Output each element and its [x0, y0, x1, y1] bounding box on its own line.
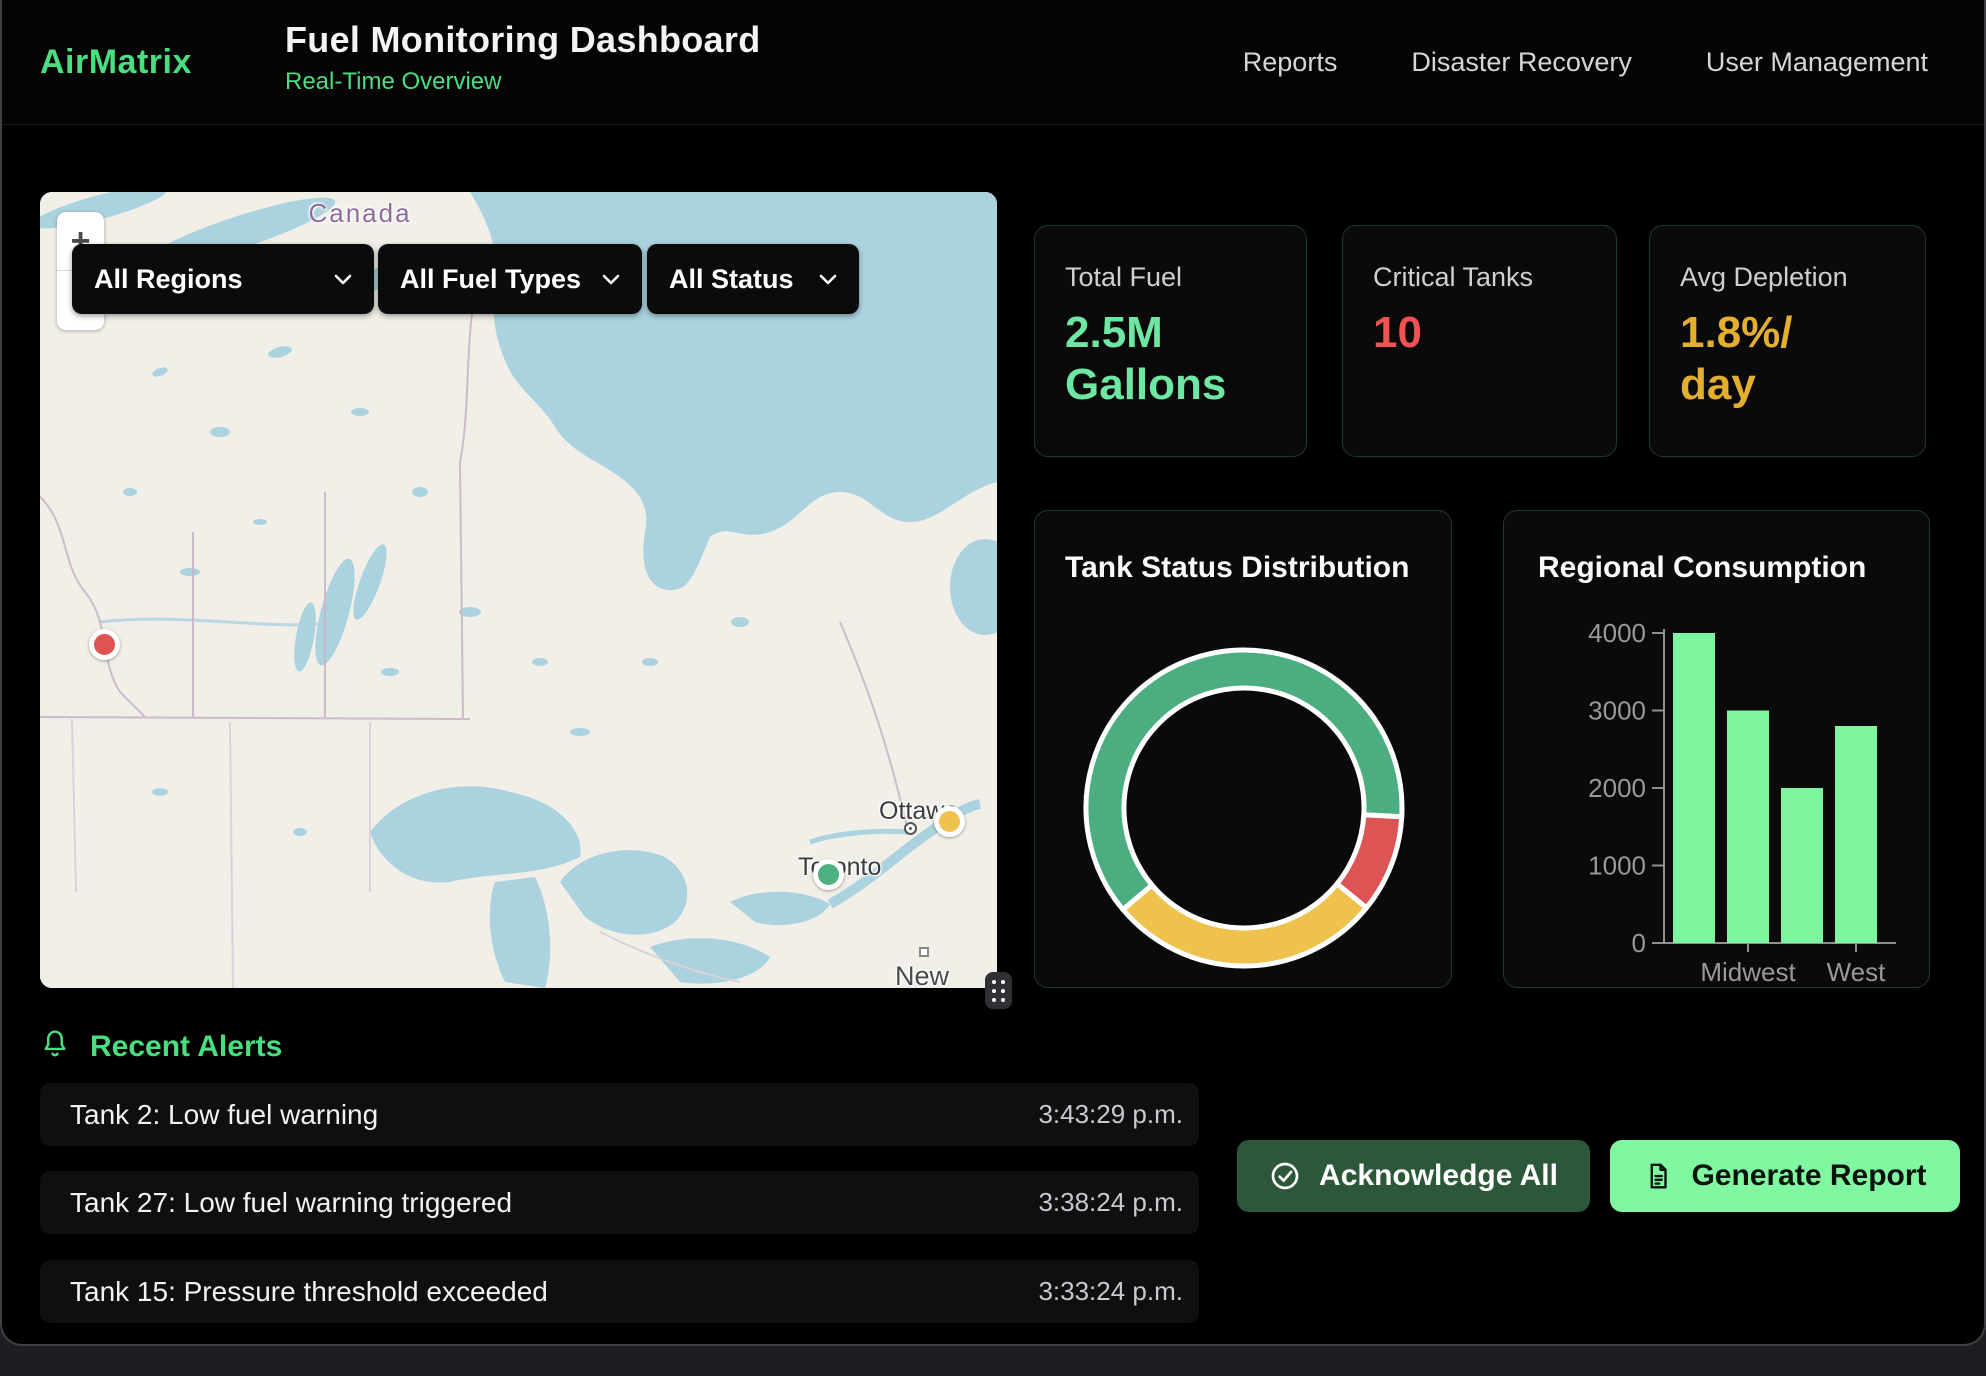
- nav-disaster-recovery[interactable]: Disaster Recovery: [1411, 47, 1632, 78]
- fuel-type-filter-dropdown[interactable]: All Fuel Types: [378, 244, 642, 314]
- brand-logo: AirMatrix: [40, 0, 192, 125]
- alerts-header: Recent Alerts: [40, 1028, 282, 1065]
- regional-consumption-card: Regional Consumption 01000200030004000Mi…: [1503, 510, 1930, 988]
- ottawa-city-dot-icon: [904, 822, 917, 835]
- acknowledge-all-label: Acknowledge All: [1319, 1159, 1558, 1193]
- new-york-city-square-icon: [919, 947, 929, 957]
- alert-list-item[interactable]: Tank 15: Pressure threshold exceeded 3:3…: [40, 1260, 1199, 1323]
- acknowledge-all-button[interactable]: Acknowledge All: [1237, 1140, 1590, 1212]
- generate-report-button[interactable]: Generate Report: [1610, 1140, 1960, 1212]
- nav-reports[interactable]: Reports: [1243, 47, 1338, 78]
- alert-timestamp: 3:33:24 p.m.: [1038, 1276, 1183, 1307]
- alert-message: Tank 27: Low fuel warning triggered: [70, 1187, 512, 1219]
- fuel-tank-map[interactable]: Canada Ottawa Toronto New York + − All R…: [40, 192, 997, 988]
- page-title: Fuel Monitoring Dashboard: [285, 19, 760, 61]
- region-filter-dropdown[interactable]: All Regions: [72, 244, 374, 314]
- fuel-type-filter-value: All Fuel Types: [400, 264, 581, 295]
- alert-list-item[interactable]: Tank 2: Low fuel warning 3:43:29 p.m.: [40, 1083, 1199, 1146]
- region-filter-value: All Regions: [94, 264, 243, 295]
- generate-report-label: Generate Report: [1691, 1159, 1926, 1193]
- title-block: Fuel Monitoring Dashboard Real-Time Over…: [285, 19, 760, 96]
- y-tick-label: 1000: [1588, 851, 1646, 881]
- x-tick-label: West: [1827, 957, 1887, 987]
- chevron-down-icon: [819, 273, 837, 285]
- stat-label: Critical Tanks: [1373, 262, 1588, 293]
- donut-segment-warning: [1123, 884, 1366, 966]
- bar-1: [1727, 711, 1769, 944]
- stat-card-total-fuel: Total Fuel 2.5MGallons: [1034, 225, 1307, 457]
- alert-timestamp: 3:43:29 p.m.: [1038, 1099, 1183, 1130]
- chevron-down-icon: [334, 273, 352, 285]
- status-filter-dropdown[interactable]: All Status: [647, 244, 859, 314]
- dashboard-app: AirMatrix Fuel Monitoring Dashboard Real…: [0, 0, 1986, 1346]
- tank-status-distribution-card: Tank Status Distribution: [1034, 510, 1452, 988]
- stat-value: 10: [1373, 307, 1588, 359]
- tank-marker-critical[interactable]: [89, 629, 120, 660]
- stat-label: Avg Depletion: [1680, 262, 1897, 293]
- check-circle-icon: [1269, 1160, 1301, 1192]
- header: AirMatrix Fuel Monitoring Dashboard Real…: [2, 0, 1984, 125]
- tank-status-donut-chart: [1035, 511, 1453, 989]
- stat-card-critical-tanks: Critical Tanks 10: [1342, 225, 1617, 457]
- alert-message: Tank 2: Low fuel warning: [70, 1099, 378, 1131]
- y-tick-label: 0: [1632, 928, 1646, 958]
- stat-value: 2.5MGallons: [1065, 307, 1278, 411]
- y-tick-label: 4000: [1588, 618, 1646, 648]
- bar-3: [1835, 726, 1877, 943]
- bell-icon: [40, 1028, 70, 1065]
- y-tick-label: 2000: [1588, 773, 1646, 803]
- status-filter-value: All Status: [669, 264, 794, 295]
- page: AirMatrix Fuel Monitoring Dashboard Real…: [0, 0, 1986, 1376]
- y-tick-label: 3000: [1588, 696, 1646, 726]
- map-resize-grip[interactable]: [985, 972, 1012, 1009]
- stat-label: Total Fuel: [1065, 262, 1278, 293]
- tank-marker-normal[interactable]: [813, 859, 844, 890]
- map-city-label-new-york: New York: [895, 961, 997, 988]
- stat-card-avg-depletion: Avg Depletion 1.8%/day: [1649, 225, 1926, 457]
- alert-message: Tank 15: Pressure threshold exceeded: [70, 1276, 548, 1308]
- regional-consumption-bar-chart: 0 1000 2000 3000 4000 Midwest West: [1504, 511, 1931, 989]
- alert-timestamp: 3:38:24 p.m.: [1038, 1187, 1183, 1218]
- x-tick-label: Midwest: [1700, 957, 1796, 987]
- map-country-label: Canada: [290, 198, 430, 229]
- alert-list-item[interactable]: Tank 27: Low fuel warning triggered 3:38…: [40, 1171, 1199, 1234]
- bar-2: [1781, 788, 1823, 943]
- tank-marker-warning[interactable]: [934, 806, 965, 837]
- page-subtitle: Real-Time Overview: [285, 68, 760, 96]
- report-document-icon: [1643, 1161, 1673, 1191]
- main-nav: Reports Disaster Recovery User Managemen…: [1243, 0, 1928, 125]
- bar-0: [1673, 633, 1715, 943]
- stat-value: 1.8%/day: [1680, 307, 1897, 411]
- alerts-title: Recent Alerts: [90, 1030, 282, 1064]
- chevron-down-icon: [602, 273, 620, 285]
- nav-user-management[interactable]: User Management: [1706, 47, 1928, 78]
